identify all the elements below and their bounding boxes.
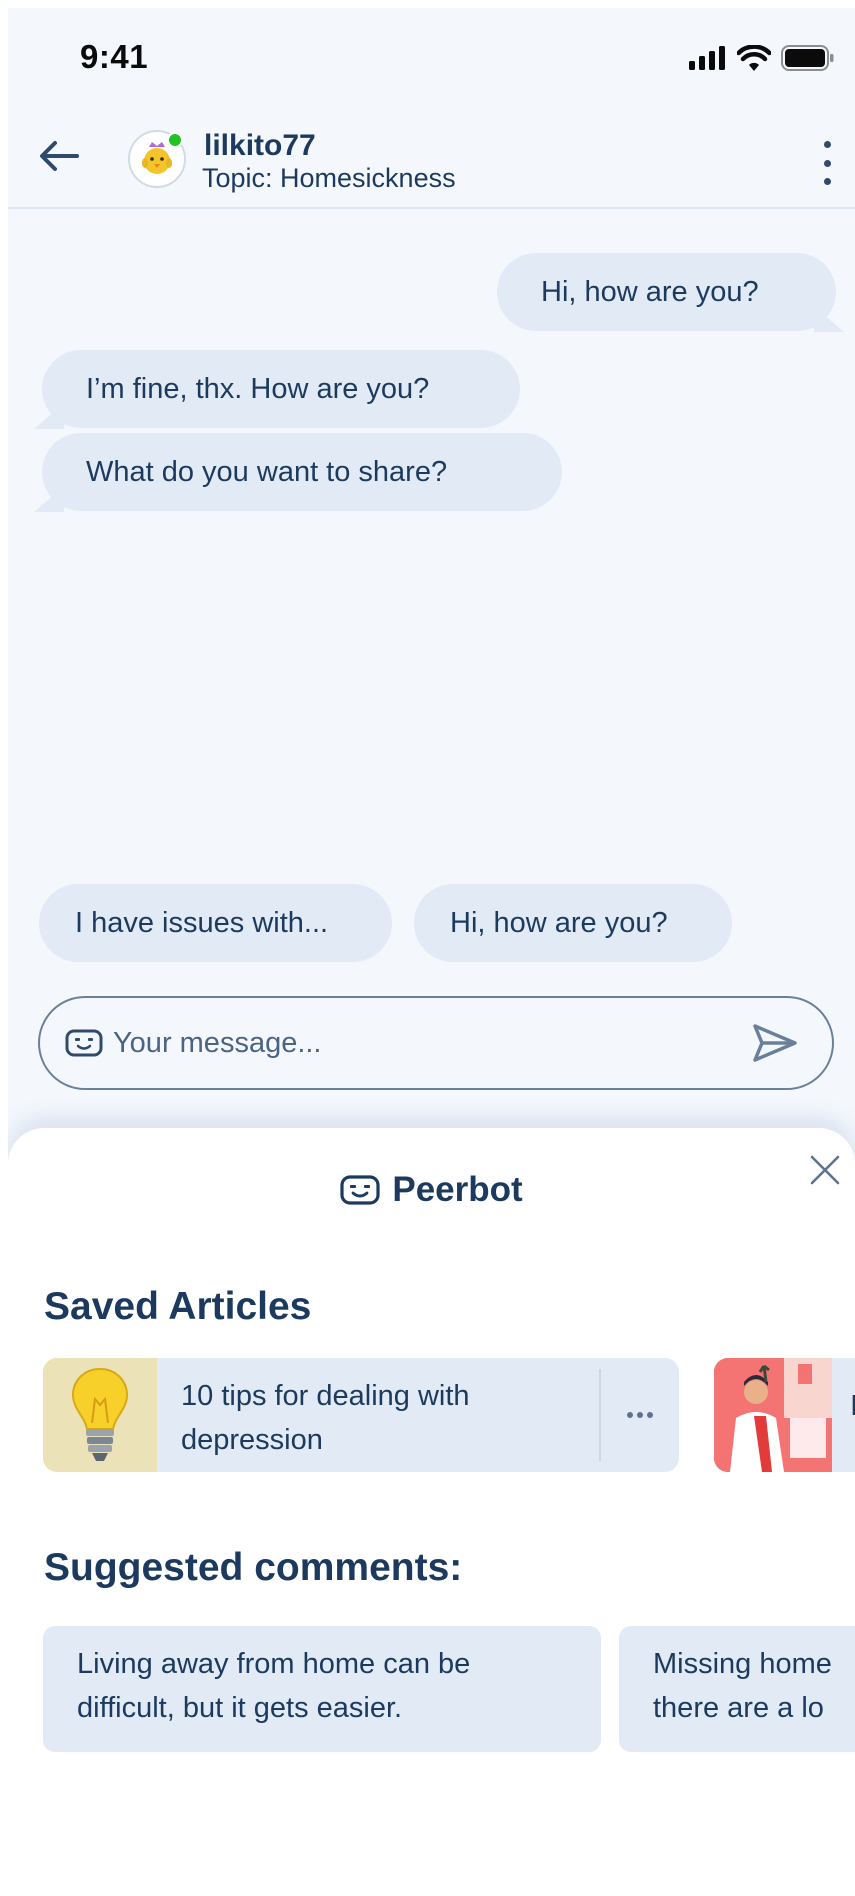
quick-reply-chip[interactable]: Hi, how are you? — [414, 884, 732, 962]
message-composer — [38, 996, 834, 1090]
suggested-comment-card[interactable]: Living away from home can be difficult, … — [43, 1626, 601, 1752]
article-title: I — [850, 1390, 855, 1422]
wifi-icon — [737, 45, 771, 71]
peerbot-header: Peerbot — [8, 1170, 855, 1210]
person-illustration-icon — [714, 1358, 832, 1472]
more-dots-icon — [823, 141, 831, 148]
quick-reply-chip[interactable]: I have issues with... — [39, 884, 392, 962]
suggested-comments-title: Suggested comments: — [44, 1546, 463, 1589]
arrow-left-icon — [40, 141, 79, 171]
signal-icon — [689, 46, 725, 70]
chat-header: lilkito77 Topic: Homesickness — [8, 103, 855, 209]
article-card[interactable]: I — [714, 1358, 855, 1472]
status-icons — [689, 45, 835, 71]
close-icon — [810, 1155, 840, 1185]
status-time: 9:41 — [80, 38, 149, 75]
online-status-indicator — [167, 132, 183, 148]
peerbot-sheet: Peerbot — [8, 1128, 855, 1896]
message-text: Hi, how are you? — [541, 275, 759, 308]
battery-icon — [781, 45, 834, 71]
message-input[interactable] — [113, 1026, 748, 1060]
more-options-button[interactable] — [815, 141, 839, 185]
suggested-comment-card[interactable]: Missing home there are a lo — [619, 1626, 855, 1752]
chat-topic: Topic: Homesickness — [202, 163, 456, 193]
message-bubble-outgoing: Hi, how are you? — [497, 253, 844, 332]
peerbot-title: Peerbot — [392, 1170, 523, 1209]
message-text: I’m fine, thx. How are you? — [86, 372, 430, 405]
article-title: 10 tips for dealing with depression — [181, 1380, 470, 1456]
message-bubble-incoming: What do you want to share? — [34, 433, 562, 512]
bot-face-icon — [65, 1029, 103, 1057]
send-icon — [753, 1024, 797, 1062]
bot-icon[interactable] — [65, 1028, 103, 1058]
article-menu-button[interactable] — [601, 1358, 679, 1472]
chat-screen: 9:41 lilkito77 Topic: Homesickness Hi, h… — [8, 8, 855, 1896]
send-button[interactable] — [748, 1016, 802, 1070]
saved-articles-title: Saved Articles — [44, 1285, 312, 1328]
article-thumbnail — [43, 1358, 157, 1472]
bot-face-icon — [340, 1175, 380, 1205]
article-thumbnail — [714, 1358, 832, 1472]
lightbulb-icon — [71, 1367, 129, 1461]
close-button[interactable] — [803, 1148, 847, 1192]
message-bubble-incoming: I’m fine, thx. How are you? — [34, 350, 520, 429]
article-card[interactable]: 10 tips for dealing with depression — [43, 1358, 679, 1472]
more-dots-icon — [627, 1412, 634, 1418]
back-button[interactable] — [36, 133, 82, 179]
message-text: What do you want to share? — [86, 455, 448, 488]
chat-username: lilkito77 — [204, 129, 316, 162]
